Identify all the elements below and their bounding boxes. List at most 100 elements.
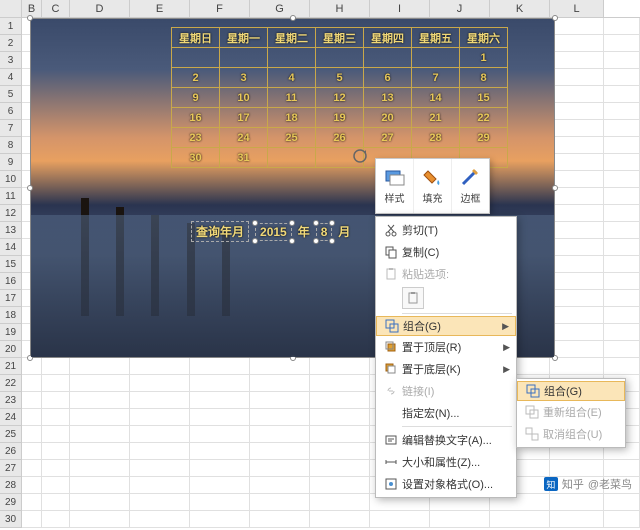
cell[interactable] bbox=[190, 511, 250, 528]
selection-handle[interactable] bbox=[27, 355, 33, 361]
cell[interactable] bbox=[604, 222, 640, 239]
row-header[interactable]: 30 bbox=[0, 511, 22, 528]
row-header[interactable]: 22 bbox=[0, 375, 22, 392]
cell[interactable] bbox=[70, 409, 130, 426]
cell[interactable] bbox=[190, 392, 250, 409]
col-header-l[interactable]: L bbox=[550, 0, 604, 17]
row-header[interactable]: 28 bbox=[0, 477, 22, 494]
row-header[interactable]: 24 bbox=[0, 409, 22, 426]
col-header-e[interactable]: E bbox=[130, 0, 190, 17]
cell[interactable] bbox=[190, 375, 250, 392]
cell[interactable] bbox=[310, 409, 370, 426]
cell[interactable] bbox=[550, 137, 604, 154]
row-header[interactable]: 4 bbox=[0, 69, 22, 86]
cell[interactable] bbox=[604, 273, 640, 290]
cell[interactable] bbox=[250, 392, 310, 409]
selection-handle[interactable] bbox=[552, 185, 558, 191]
cell[interactable] bbox=[604, 358, 640, 375]
cell[interactable] bbox=[130, 511, 190, 528]
cell[interactable] bbox=[550, 35, 604, 52]
row-header[interactable]: 16 bbox=[0, 273, 22, 290]
cell[interactable] bbox=[604, 188, 640, 205]
cell[interactable] bbox=[550, 324, 604, 341]
row-header[interactable]: 7 bbox=[0, 120, 22, 137]
rotation-handle[interactable] bbox=[352, 148, 368, 164]
row-header[interactable]: 25 bbox=[0, 426, 22, 443]
cell[interactable] bbox=[550, 69, 604, 86]
cell[interactable] bbox=[22, 460, 42, 477]
cell[interactable] bbox=[550, 171, 604, 188]
cell[interactable] bbox=[550, 120, 604, 137]
col-header-g[interactable]: G bbox=[250, 0, 310, 17]
cell[interactable] bbox=[604, 18, 640, 35]
menu-alt-text[interactable]: 编辑替换文字(A)... bbox=[376, 429, 516, 451]
menu-send-back[interactable]: 置于底层(K) ▶ bbox=[376, 358, 516, 380]
row-header[interactable]: 13 bbox=[0, 222, 22, 239]
cell[interactable] bbox=[550, 222, 604, 239]
menu-assign-macro[interactable]: 指定宏(N)... bbox=[376, 402, 516, 424]
cell[interactable] bbox=[22, 511, 42, 528]
cell[interactable] bbox=[604, 460, 640, 477]
cell[interactable] bbox=[42, 409, 70, 426]
cell[interactable] bbox=[430, 511, 490, 528]
cell[interactable] bbox=[42, 443, 70, 460]
cell[interactable] bbox=[604, 103, 640, 120]
cell[interactable] bbox=[550, 52, 604, 69]
row-header[interactable]: 1 bbox=[0, 18, 22, 35]
row-header[interactable]: 14 bbox=[0, 239, 22, 256]
row-header[interactable]: 20 bbox=[0, 341, 22, 358]
cell[interactable] bbox=[550, 290, 604, 307]
row-header[interactable]: 10 bbox=[0, 171, 22, 188]
row-header[interactable]: 29 bbox=[0, 494, 22, 511]
menu-copy[interactable]: 复制(C) bbox=[376, 241, 516, 263]
cell[interactable] bbox=[70, 511, 130, 528]
cell[interactable] bbox=[130, 358, 190, 375]
cell[interactable] bbox=[310, 443, 370, 460]
cell[interactable] bbox=[604, 494, 640, 511]
col-header-d[interactable]: D bbox=[70, 0, 130, 17]
cell[interactable] bbox=[190, 426, 250, 443]
cell[interactable] bbox=[22, 409, 42, 426]
row-header[interactable]: 2 bbox=[0, 35, 22, 52]
cell[interactable] bbox=[130, 375, 190, 392]
cell[interactable] bbox=[130, 443, 190, 460]
cell[interactable] bbox=[130, 477, 190, 494]
selection-handle[interactable] bbox=[27, 185, 33, 191]
cell[interactable] bbox=[550, 188, 604, 205]
cell[interactable] bbox=[22, 426, 42, 443]
cell[interactable] bbox=[550, 460, 604, 477]
cell[interactable] bbox=[370, 511, 430, 528]
row-header[interactable]: 23 bbox=[0, 392, 22, 409]
cell[interactable] bbox=[310, 511, 370, 528]
cell[interactable] bbox=[42, 375, 70, 392]
cell[interactable] bbox=[250, 477, 310, 494]
cell[interactable] bbox=[250, 409, 310, 426]
cell[interactable] bbox=[42, 392, 70, 409]
row-header[interactable]: 17 bbox=[0, 290, 22, 307]
cell[interactable] bbox=[310, 392, 370, 409]
cell[interactable] bbox=[550, 511, 604, 528]
cell[interactable] bbox=[310, 494, 370, 511]
cell[interactable] bbox=[310, 460, 370, 477]
cell[interactable] bbox=[604, 307, 640, 324]
cell[interactable] bbox=[310, 426, 370, 443]
cell[interactable] bbox=[310, 477, 370, 494]
col-header-f[interactable]: F bbox=[190, 0, 250, 17]
cell[interactable] bbox=[550, 239, 604, 256]
cell[interactable] bbox=[190, 409, 250, 426]
row-header[interactable]: 3 bbox=[0, 52, 22, 69]
menu-format-object[interactable]: 设置对象格式(O)... bbox=[376, 473, 516, 495]
cell[interactable] bbox=[604, 86, 640, 103]
query-label-box[interactable]: 查询年月 bbox=[191, 221, 249, 242]
cell[interactable] bbox=[604, 324, 640, 341]
cell[interactable] bbox=[70, 460, 130, 477]
cell[interactable] bbox=[42, 426, 70, 443]
cell[interactable] bbox=[250, 443, 310, 460]
menu-bring-front[interactable]: 置于顶层(R) ▶ bbox=[376, 336, 516, 358]
cell[interactable] bbox=[130, 392, 190, 409]
cell[interactable] bbox=[310, 375, 370, 392]
selection-handle[interactable] bbox=[552, 15, 558, 21]
cell[interactable] bbox=[250, 494, 310, 511]
cell[interactable] bbox=[490, 511, 550, 528]
selection-handle[interactable] bbox=[290, 15, 296, 21]
